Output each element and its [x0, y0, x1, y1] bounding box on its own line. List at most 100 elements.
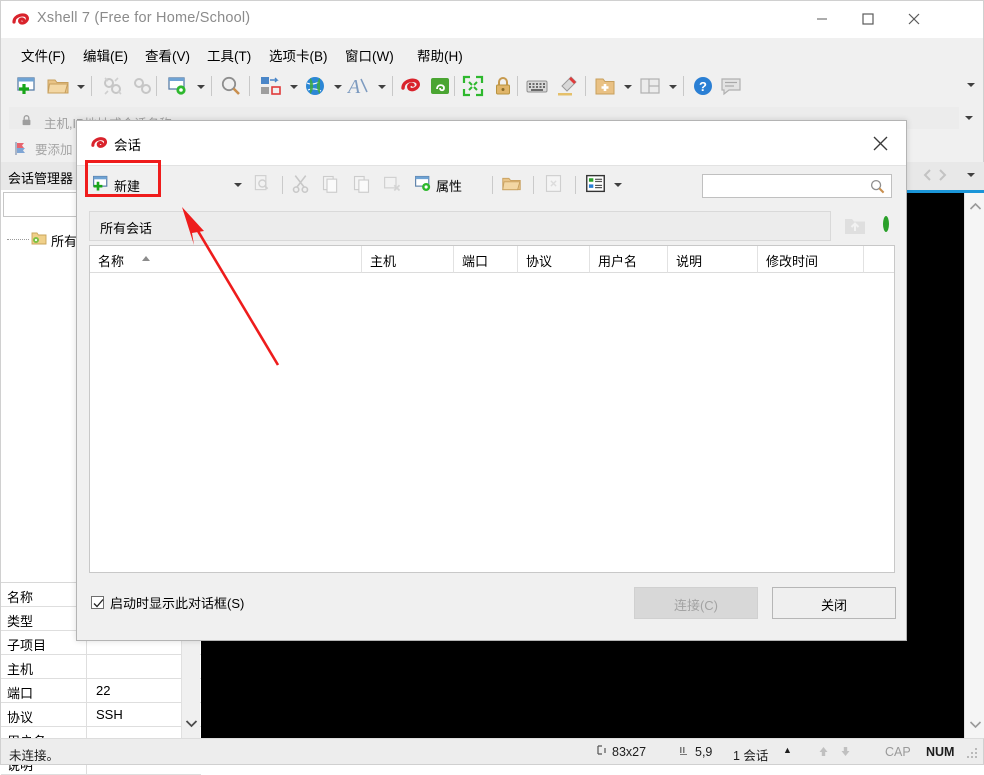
- properties-button[interactable]: 属性: [413, 173, 462, 197]
- view-mode-caret-icon[interactable]: [614, 183, 622, 187]
- menu-bar: 文件(F) 编辑(E) 查看(V) 工具(T) 选项卡(B) 窗口(W) 帮助(…: [0, 38, 984, 68]
- column-header-username[interactable]: 用户名: [590, 246, 668, 273]
- property-key: 名称: [7, 590, 34, 605]
- highlight-pen-icon[interactable]: [555, 74, 579, 98]
- sort-ascending-icon: [142, 256, 150, 261]
- num-lock-indicator: NUM: [926, 745, 955, 759]
- chevron-down-icon[interactable]: [969, 717, 982, 732]
- tree-item-all-sessions[interactable]: 所有: [7, 230, 77, 250]
- dialog-toolbar: 新建 属性: [77, 165, 906, 203]
- open-folder-icon[interactable]: [46, 74, 70, 98]
- chevron-down-icon[interactable]: [624, 85, 632, 89]
- column-header-protocol[interactable]: 协议: [518, 246, 590, 273]
- delete-icon: [382, 173, 403, 197]
- main-toolbar: A ?: [0, 68, 984, 104]
- new-folder-icon[interactable]: [501, 173, 522, 197]
- chevron-down-icon[interactable]: [290, 85, 298, 89]
- property-value: SSH: [96, 707, 123, 722]
- menu-window[interactable]: 窗口(W): [341, 44, 398, 66]
- address-dropdown-icon[interactable]: [965, 116, 973, 120]
- properties-icon: [413, 173, 434, 197]
- dialog-title-bar: 会话: [77, 121, 906, 165]
- import-icon: [543, 173, 564, 197]
- chevron-down-icon[interactable]: [185, 716, 198, 731]
- property-key: 协议: [7, 710, 34, 725]
- session-count: 1 会话: [733, 749, 769, 763]
- column-header-host[interactable]: 主机: [362, 246, 454, 273]
- resize-grip[interactable]: [967, 748, 979, 760]
- close-button[interactable]: 关闭: [772, 587, 896, 619]
- xftp-icon[interactable]: [428, 74, 452, 98]
- tree-connector: [7, 239, 29, 241]
- copy-icon: [320, 173, 341, 197]
- column-label: 端口: [462, 254, 489, 269]
- menu-tabs[interactable]: 选项卡(B): [265, 44, 332, 66]
- show-dialog-on-startup-checkbox[interactable]: 启动时显示此对话框(S): [91, 593, 244, 612]
- find-icon[interactable]: [219, 74, 243, 98]
- close-button-label: 关闭: [820, 598, 847, 613]
- session-count-caret-icon[interactable]: ▲: [783, 745, 792, 755]
- divider: [91, 76, 92, 96]
- menu-view[interactable]: 查看(V): [141, 44, 194, 66]
- font-icon[interactable]: A: [346, 74, 371, 98]
- tab-nav-arrows[interactable]: [921, 168, 951, 185]
- property-value: 22: [96, 683, 111, 698]
- xshell-window: Xshell 7 (Free for Home/School) 文件(F) 编辑…: [0, 0, 984, 775]
- layout-icon[interactable]: [638, 74, 662, 98]
- column-label: 主机: [370, 254, 397, 269]
- menu-tools[interactable]: 工具(T): [203, 44, 255, 66]
- close-icon[interactable]: [891, 1, 937, 37]
- divider: [454, 76, 455, 96]
- maximize-button[interactable]: [845, 1, 891, 37]
- cursor-position: 5,9: [695, 745, 713, 759]
- menu-edit[interactable]: 编辑(E): [79, 44, 132, 66]
- new-button[interactable]: 新建: [91, 173, 140, 197]
- new-button-caret-icon[interactable]: [234, 183, 242, 187]
- chevron-down-icon[interactable]: [197, 85, 205, 89]
- checkbox-box[interactable]: [91, 596, 104, 609]
- add-to-folder-icon[interactable]: [593, 74, 617, 98]
- xshell-icon[interactable]: [399, 74, 423, 98]
- help-icon[interactable]: ?: [691, 74, 715, 98]
- property-key: 端口: [7, 686, 34, 701]
- drag-handle[interactable]: [45, 163, 59, 173]
- chevron-down-icon[interactable]: [77, 85, 85, 89]
- lock-icon[interactable]: [491, 74, 515, 98]
- search-icon[interactable]: [870, 179, 885, 197]
- status-bar: 未连接。 83x27 5,9 1 会话 ▲ CAP NUM: [0, 738, 984, 765]
- session-list[interactable]: 名称 主机 端口 协议 用户名 说明 修改时间: [89, 245, 895, 573]
- transfer-file-icon[interactable]: [259, 74, 283, 98]
- keyboard-icon[interactable]: [525, 74, 549, 98]
- comment-icon[interactable]: [719, 74, 743, 98]
- column-header-port[interactable]: 端口: [454, 246, 518, 273]
- column-label: 修改时间: [766, 254, 819, 269]
- chevron-up-icon[interactable]: [969, 199, 982, 214]
- terminal-scrollbar[interactable]: [964, 193, 984, 738]
- column-header-description[interactable]: 说明: [668, 246, 758, 273]
- connect-button: 连接(C): [634, 587, 758, 619]
- checkbox-label: 启动时显示此对话框(S): [110, 596, 245, 611]
- breadcrumb-all-sessions[interactable]: 所有会话: [89, 211, 831, 241]
- toolbar-overflow-icon[interactable]: [967, 83, 975, 87]
- chevron-down-icon[interactable]: [334, 85, 342, 89]
- new-button-label: 新建: [114, 178, 141, 194]
- globe-icon[interactable]: [303, 74, 327, 98]
- properties-button-label: 属性: [436, 178, 463, 194]
- column-header-name[interactable]: 名称: [90, 246, 362, 273]
- view-mode-icon[interactable]: [585, 173, 606, 197]
- divider: [575, 176, 576, 194]
- search-input[interactable]: [702, 174, 892, 198]
- column-header-modified[interactable]: 修改时间: [758, 246, 864, 273]
- minimize-button[interactable]: [799, 1, 845, 37]
- property-row: 端口 22: [1, 679, 201, 703]
- property-key: 主机: [7, 662, 34, 677]
- tab-menu-icon[interactable]: [967, 173, 975, 177]
- fullscreen-icon[interactable]: [461, 74, 485, 98]
- session-properties-icon[interactable]: [166, 74, 190, 98]
- chevron-down-icon[interactable]: [378, 85, 386, 89]
- new-session-icon[interactable]: [15, 74, 39, 98]
- menu-help[interactable]: 帮助(H): [413, 44, 467, 66]
- menu-file[interactable]: 文件(F): [17, 44, 69, 66]
- dialog-close-icon[interactable]: [868, 132, 894, 156]
- chevron-down-icon[interactable]: [669, 85, 677, 89]
